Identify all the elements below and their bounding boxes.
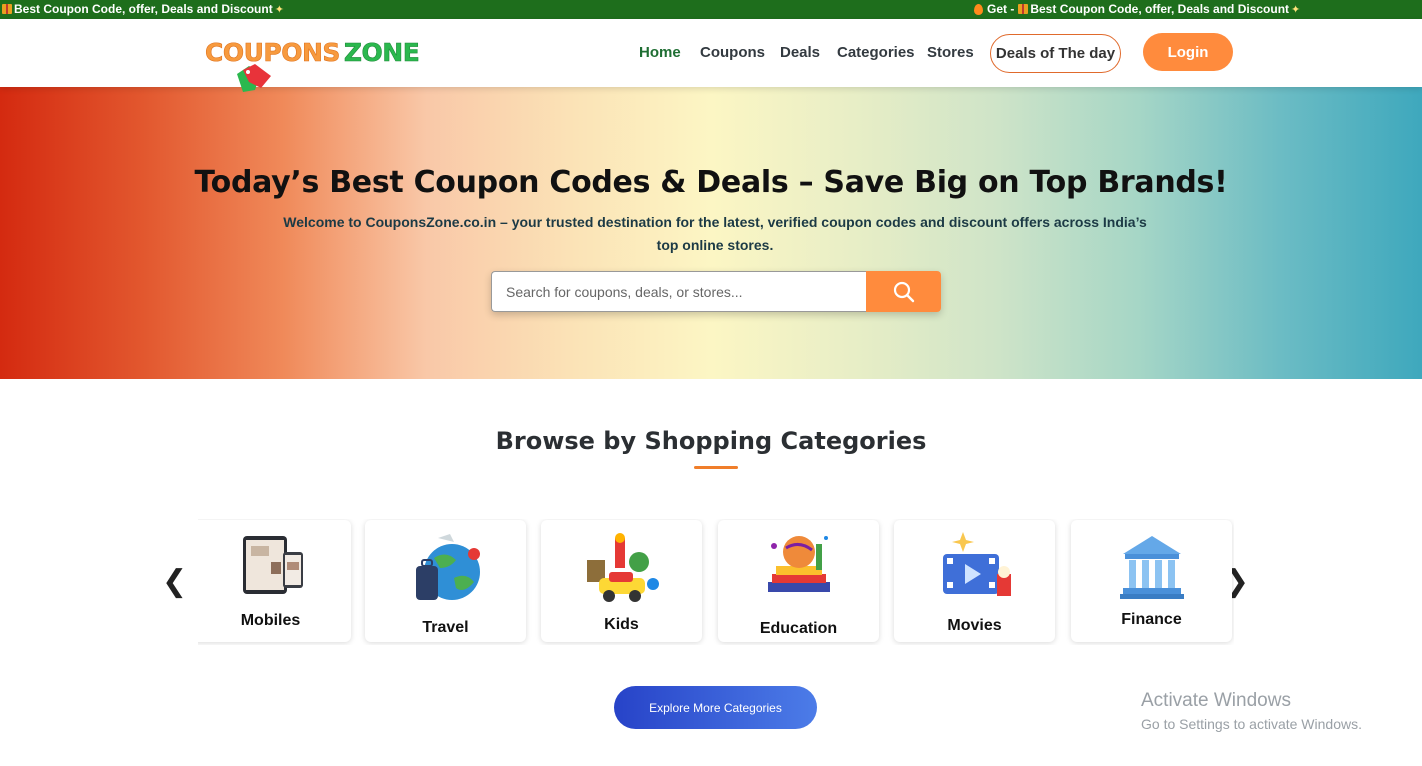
ticker-item-right: Get - Best Coupon Code, offer, Deals and… xyxy=(974,2,1300,16)
search-icon xyxy=(893,281,914,302)
windows-activation-watermark: Activate Windows Go to Settings to activ… xyxy=(1141,690,1362,732)
hero-title: Today’s Best Coupon Codes & Deals – Save… xyxy=(194,165,1228,200)
title-underline xyxy=(694,466,738,469)
watermark-line1: Activate Windows xyxy=(1141,690,1291,711)
nav-categories[interactable]: Categories xyxy=(837,44,915,61)
sparkle-icon: ✦ xyxy=(274,3,284,16)
category-label-mobiles: Mobiles xyxy=(240,612,301,629)
category-card-kids[interactable]: Kids xyxy=(541,520,702,642)
login-button[interactable]: Login xyxy=(1143,33,1233,71)
movies-icon xyxy=(942,532,1011,596)
category-card-education[interactable]: Education xyxy=(718,520,879,642)
search-input[interactable] xyxy=(491,271,866,312)
watermark-line2: Go to Settings to activate Windows. xyxy=(1141,716,1362,732)
category-card-travel[interactable]: Travel xyxy=(365,520,526,642)
deals-of-the-day-button[interactable]: Deals of The day xyxy=(990,34,1121,73)
categories-title: Browse by Shopping Categories xyxy=(495,427,927,455)
fire-icon xyxy=(974,3,983,15)
nav-coupons[interactable]: Coupons xyxy=(700,44,765,61)
ticker-text-right: Best Coupon Code, offer, Deals and Disco… xyxy=(1030,2,1290,16)
nav-deals[interactable]: Deals xyxy=(780,44,820,61)
hero-subtitle: Welcome to CouponsZone.co.in – your trus… xyxy=(283,214,1147,253)
sparkle-icon: ✦ xyxy=(1291,3,1301,16)
category-label-finance: Finance xyxy=(1121,611,1182,628)
categories-carousel: Mobiles Travel Kids Education Movies Fin… xyxy=(198,519,1234,645)
search-bar xyxy=(491,271,941,312)
logo-word-coupons: COUPONS xyxy=(205,38,341,67)
category-card-movies[interactable]: Movies xyxy=(894,520,1055,642)
category-card-mobiles[interactable]: Mobiles xyxy=(198,520,351,642)
logo-word-zone: ZONE xyxy=(343,38,420,67)
education-icon xyxy=(767,536,830,592)
category-card-finance[interactable]: Finance xyxy=(1071,520,1232,642)
carousel-prev-arrow[interactable]: ❮ xyxy=(162,567,187,597)
travel-globe-icon xyxy=(415,534,480,600)
category-label-travel: Travel xyxy=(422,619,469,636)
category-label-kids: Kids xyxy=(604,616,639,633)
hero-banner: Today’s Best Coupon Codes & Deals – Save… xyxy=(0,87,1422,379)
site-logo[interactable]: COUPONS ZONE xyxy=(205,38,425,99)
category-label-education: Education xyxy=(759,620,838,637)
bank-icon xyxy=(1119,536,1184,599)
ticker-item-left: Best Coupon Code, offer, Deals and Disco… xyxy=(2,2,284,16)
mobiles-icon xyxy=(242,536,303,594)
gift-icon xyxy=(2,4,12,14)
ticker-text-left: Best Coupon Code, offer, Deals and Disco… xyxy=(14,2,273,16)
site-header: COUPONS ZONE Home Coupons Deals Categorie… xyxy=(0,19,1422,92)
announcement-ticker: Best Coupon Code, offer, Deals and Disco… xyxy=(0,0,1422,19)
category-label-movies: Movies xyxy=(947,617,1002,634)
price-tag-icon xyxy=(237,64,271,92)
kids-toys-icon xyxy=(586,533,659,602)
ticker-prefix: Get - xyxy=(987,2,1015,16)
nav-home[interactable]: Home xyxy=(639,44,681,61)
search-button[interactable] xyxy=(866,271,941,312)
explore-more-categories-button[interactable]: Explore More Categories xyxy=(614,686,817,729)
gift-icon xyxy=(1018,4,1029,14)
nav-stores[interactable]: Stores xyxy=(927,44,974,61)
